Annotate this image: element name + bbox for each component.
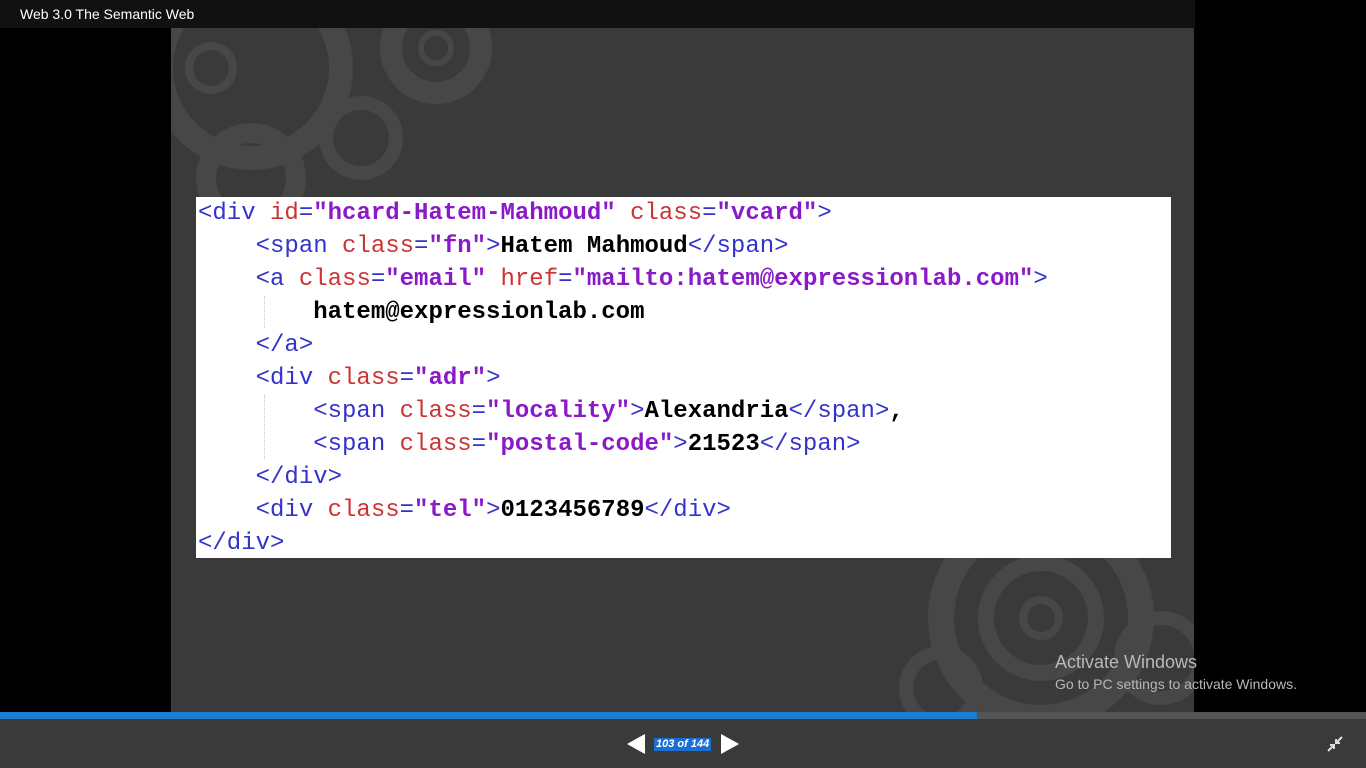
progress-bar[interactable]	[0, 712, 1366, 719]
code-tag: =	[471, 431, 487, 458]
code-tag: </span>	[687, 233, 789, 260]
watermark-subtitle: Go to PC settings to activate Windows.	[1055, 676, 1297, 692]
code-value: "adr"	[414, 365, 487, 392]
code-line: <span class="locality">Alexandria</span>…	[198, 398, 904, 425]
code-tag: <div	[255, 365, 328, 392]
code-tag: >	[486, 365, 501, 392]
code-tag: =	[399, 365, 415, 392]
code-text: Hatem Mahmoud	[500, 233, 688, 260]
code-line: <span class="postal-code">21523</span>	[198, 431, 861, 458]
code-tag: </div>	[198, 530, 285, 557]
code-tag: <a	[255, 266, 299, 293]
code-line: <div class="adr">	[198, 365, 501, 392]
code-attribute: class	[630, 200, 703, 227]
watermark-title: Activate Windows	[1055, 652, 1198, 672]
code-value: "fn"	[428, 233, 487, 260]
code-text: 0123456789	[500, 497, 645, 524]
code-tag: =	[399, 497, 415, 524]
code-tag: <div	[198, 200, 271, 227]
code-tag: =	[471, 398, 487, 425]
code-tag: =	[702, 200, 717, 227]
code-tag: </div>	[255, 464, 343, 491]
code-tag: >	[1033, 266, 1048, 293]
code-tag: =	[414, 233, 429, 260]
code-line: hatem@expressionlab.com	[198, 299, 644, 326]
code-attribute: id	[270, 200, 299, 227]
code-text: Alexandria	[644, 398, 789, 425]
code-text: hatem@expressionlab.com	[313, 299, 645, 326]
code-tag: <span	[313, 398, 400, 425]
code-attribute: class	[399, 431, 472, 458]
code-value: "vcard"	[716, 200, 818, 227]
navigation-bar: 103 of 144	[0, 719, 1366, 768]
page-counter: 103 of 144	[654, 738, 712, 751]
code-tag: =	[558, 266, 573, 293]
code-line: </div>	[198, 530, 284, 557]
code-line: </a>	[198, 332, 314, 359]
code-tag: </span>	[759, 431, 861, 458]
code-tag	[616, 200, 630, 227]
code-value: "tel"	[414, 497, 487, 524]
code-value: "postal-code"	[486, 431, 674, 458]
code-tag: >	[486, 497, 501, 524]
code-line: </div>	[198, 464, 342, 491]
code-tag: </a>	[255, 332, 314, 359]
code-attribute: class	[298, 266, 371, 293]
code-tag: =	[298, 200, 314, 227]
code-attribute: href	[500, 266, 559, 293]
code-tag: <span	[313, 431, 400, 458]
code-value: "locality"	[486, 398, 631, 425]
code-line: <div class="tel">0123456789</div>	[198, 497, 731, 524]
code-value: "hcard-Hatem-Mahmoud"	[313, 200, 616, 227]
slide-area: <div id="hcard-Hatem-Mahmoud" class="vca…	[171, 28, 1194, 712]
code-line: <div id="hcard-Hatem-Mahmoud" class="vca…	[198, 200, 832, 227]
code-text: ,	[889, 398, 904, 425]
title-bar: Web 3.0 The Semantic Web	[0, 0, 1195, 28]
code-snippet: <div id="hcard-Hatem-Mahmoud" class="vca…	[196, 197, 1171, 558]
code-tag: <span	[255, 233, 343, 260]
code-tag: >	[817, 200, 832, 227]
code-tag: <div	[255, 497, 328, 524]
collapse-arrows-icon[interactable]	[1326, 735, 1344, 753]
code-attribute: class	[399, 398, 472, 425]
previous-slide-icon[interactable]	[627, 734, 645, 754]
code-value: "mailto:hatem@expressionlab.com"	[572, 266, 1034, 293]
code-attribute: class	[327, 365, 400, 392]
code-text: 21523	[687, 431, 760, 458]
code-tag: >	[630, 398, 645, 425]
code-tag: </span>	[788, 398, 890, 425]
code-tag	[486, 266, 500, 293]
next-slide-icon[interactable]	[721, 734, 739, 754]
document-title: Web 3.0 The Semantic Web	[20, 6, 195, 22]
code-attribute: class	[327, 497, 400, 524]
activation-watermark: Activate Windows Go to PC settings to ac…	[1055, 651, 1297, 694]
code-tag: >	[486, 233, 501, 260]
code-block: <div id="hcard-Hatem-Mahmoud" class="vca…	[198, 197, 1048, 560]
code-tag: </div>	[644, 497, 731, 524]
code-value: "email"	[385, 266, 487, 293]
code-line: <a class="email" href="mailto:hatem@expr…	[198, 266, 1048, 293]
code-line: <span class="fn">Hatem Mahmoud</span>	[198, 233, 789, 260]
code-tag: =	[370, 266, 386, 293]
code-attribute: class	[342, 233, 415, 260]
code-tag: >	[673, 431, 688, 458]
progress-fill	[0, 712, 978, 719]
